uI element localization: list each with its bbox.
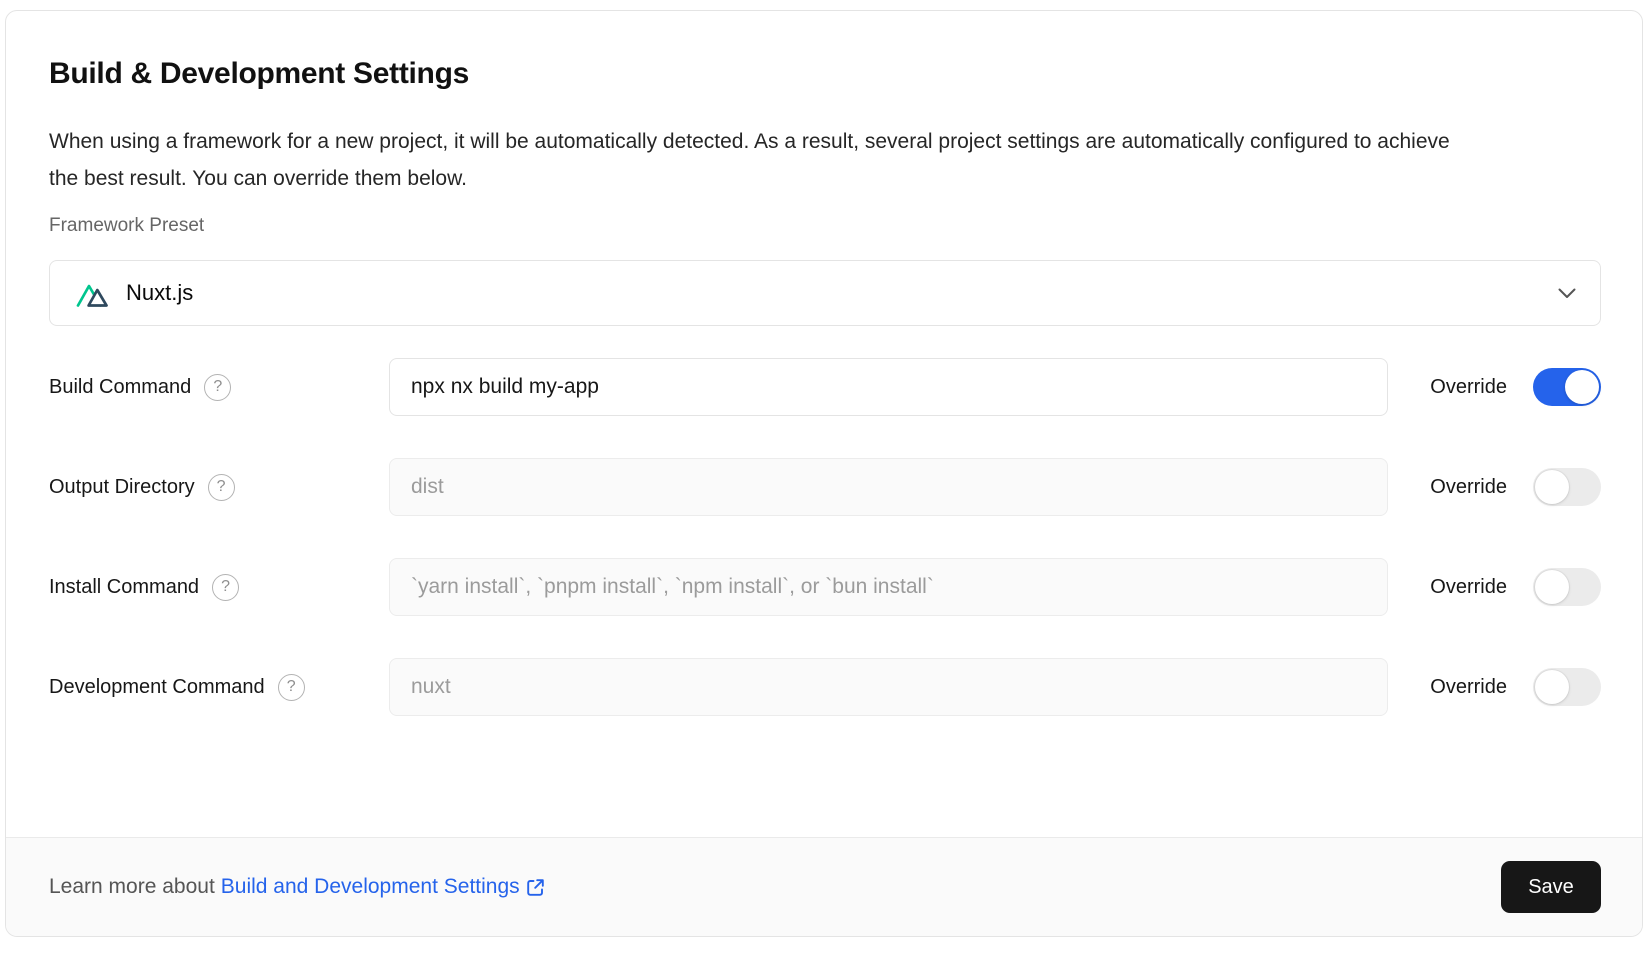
override-toggle[interactable] (1533, 468, 1601, 506)
setting-input[interactable] (389, 658, 1388, 716)
question-circle-icon[interactable]: ? (212, 574, 239, 601)
settings-rows: Build Command ? Override Output Director… (49, 358, 1601, 716)
toggle-knob (1535, 670, 1569, 704)
toggle-knob (1565, 370, 1599, 404)
question-circle-icon[interactable]: ? (278, 674, 305, 701)
override-toggle[interactable] (1533, 568, 1601, 606)
setting-input[interactable] (389, 358, 1388, 416)
save-button[interactable]: Save (1501, 861, 1601, 913)
footer-text: Learn more about Build and Development S… (49, 875, 546, 899)
setting-row: Output Directory ? Override (49, 458, 1601, 516)
chevron-down-icon (1558, 288, 1576, 299)
nuxt-logo-icon (76, 279, 111, 308)
build-settings-card: Build & Development Settings When using … (5, 10, 1643, 937)
framework-preset-label: Framework Preset (49, 214, 1601, 237)
override-label: Override (1430, 676, 1507, 699)
setting-row: Install Command ? Override (49, 558, 1601, 616)
card-content: Build & Development Settings When using … (6, 11, 1642, 837)
override-toggle[interactable] (1533, 368, 1601, 406)
question-circle-icon[interactable]: ? (208, 474, 235, 501)
setting-row: Build Command ? Override (49, 358, 1601, 416)
setting-label: Development Command (49, 676, 265, 699)
question-circle-icon[interactable]: ? (204, 374, 231, 401)
toggle-knob (1535, 570, 1569, 604)
setting-row: Development Command ? Override (49, 658, 1601, 716)
framework-preset-value: Nuxt.js (126, 280, 193, 306)
framework-preset-select[interactable]: Nuxt.js (49, 260, 1601, 326)
card-footer: Learn more about Build and Development S… (6, 837, 1642, 936)
override-toggle[interactable] (1533, 668, 1601, 706)
footer-text-prefix: Learn more about (49, 875, 215, 899)
docs-link-label: Build and Development Settings (221, 875, 520, 899)
setting-label: Install Command (49, 576, 199, 599)
toggle-knob (1535, 470, 1569, 504)
setting-input[interactable] (389, 558, 1388, 616)
override-label: Override (1430, 376, 1507, 399)
setting-label: Output Directory (49, 476, 195, 499)
page-title: Build & Development Settings (49, 56, 1601, 92)
override-label: Override (1430, 576, 1507, 599)
setting-input[interactable] (389, 458, 1388, 516)
external-link-icon (525, 877, 546, 898)
setting-label: Build Command (49, 376, 191, 399)
settings-description: When using a framework for a new project… (49, 123, 1474, 197)
override-label: Override (1430, 476, 1507, 499)
docs-link[interactable]: Build and Development Settings (221, 875, 546, 899)
